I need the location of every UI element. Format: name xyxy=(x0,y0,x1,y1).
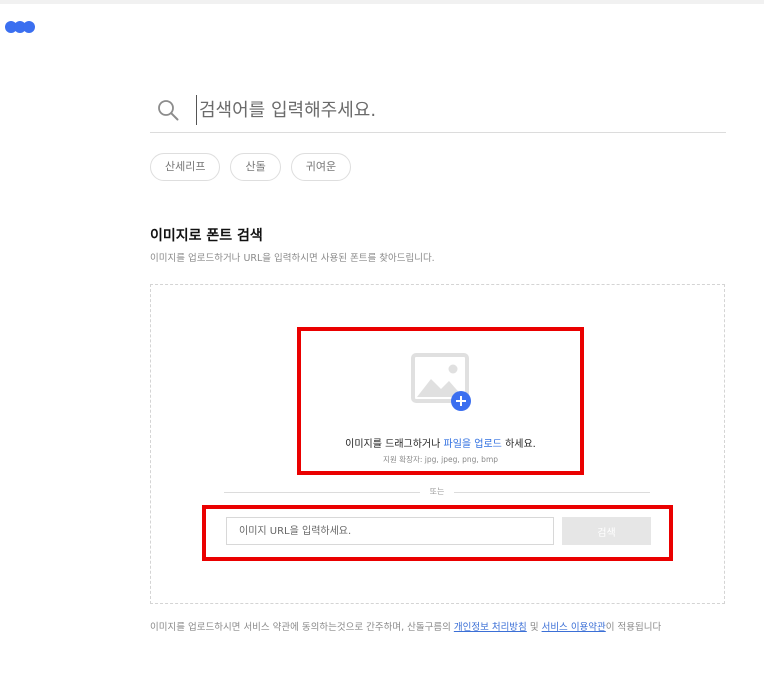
image-placeholder-icon xyxy=(411,353,471,411)
upload-text-before: 이미지를 드래그하거나 xyxy=(345,439,444,450)
search-icon[interactable] xyxy=(156,98,180,122)
or-divider: 또는 xyxy=(224,486,650,500)
image-search-title: 이미지로 폰트 검색 xyxy=(150,228,263,244)
terms-text-before: 이미지를 업로드하시면 서비스 약관에 동의하는것으로 간주하며, 산돌구름의 xyxy=(150,622,454,633)
url-search-area: 검색 xyxy=(202,505,673,561)
terms-text-middle: 및 xyxy=(526,622,542,633)
service-terms-link[interactable]: 서비스 이용약관 xyxy=(542,622,606,633)
url-search-button[interactable]: 검색 xyxy=(562,517,651,545)
supported-formats: 지원 확장자: jpg, jpeg, png, bmp xyxy=(382,455,499,464)
logo-dot xyxy=(23,21,35,33)
upload-instructions: 이미지를 드래그하거나 파일을 업로드 하세요. xyxy=(301,435,580,450)
top-border xyxy=(0,0,764,4)
upload-area[interactable]: 이미지를 드래그하거나 파일을 업로드 하세요. 지원 확장자: jpg, jp… xyxy=(297,327,584,475)
privacy-policy-link[interactable]: 개인정보 처리방침 xyxy=(454,622,527,633)
tag-chip[interactable]: 귀여운 xyxy=(290,153,352,181)
upload-text-after: 하세요. xyxy=(501,439,536,450)
tag-chip[interactable]: 산세리프 xyxy=(150,153,221,181)
brand-logo[interactable] xyxy=(5,21,37,33)
upload-file-link[interactable]: 파일을 업로드 xyxy=(444,439,502,450)
tag-chip[interactable]: 산돌 xyxy=(230,153,281,181)
search-bar xyxy=(150,88,726,133)
image-url-input[interactable] xyxy=(226,517,554,545)
tag-list: 산세리프 산돌 귀여운 xyxy=(150,153,352,181)
or-label: 또는 xyxy=(429,487,445,496)
image-search-description: 이미지를 업로드하거나 URL을 입력하시면 사용된 폰트를 찾아드립니다. xyxy=(150,253,435,264)
terms-notice: 이미지를 업로드하시면 서비스 약관에 동의하는것으로 간주하며, 산돌구름의 … xyxy=(150,619,661,633)
terms-text-after: 이 적용됩니다 xyxy=(605,622,662,633)
search-input[interactable] xyxy=(196,95,719,125)
